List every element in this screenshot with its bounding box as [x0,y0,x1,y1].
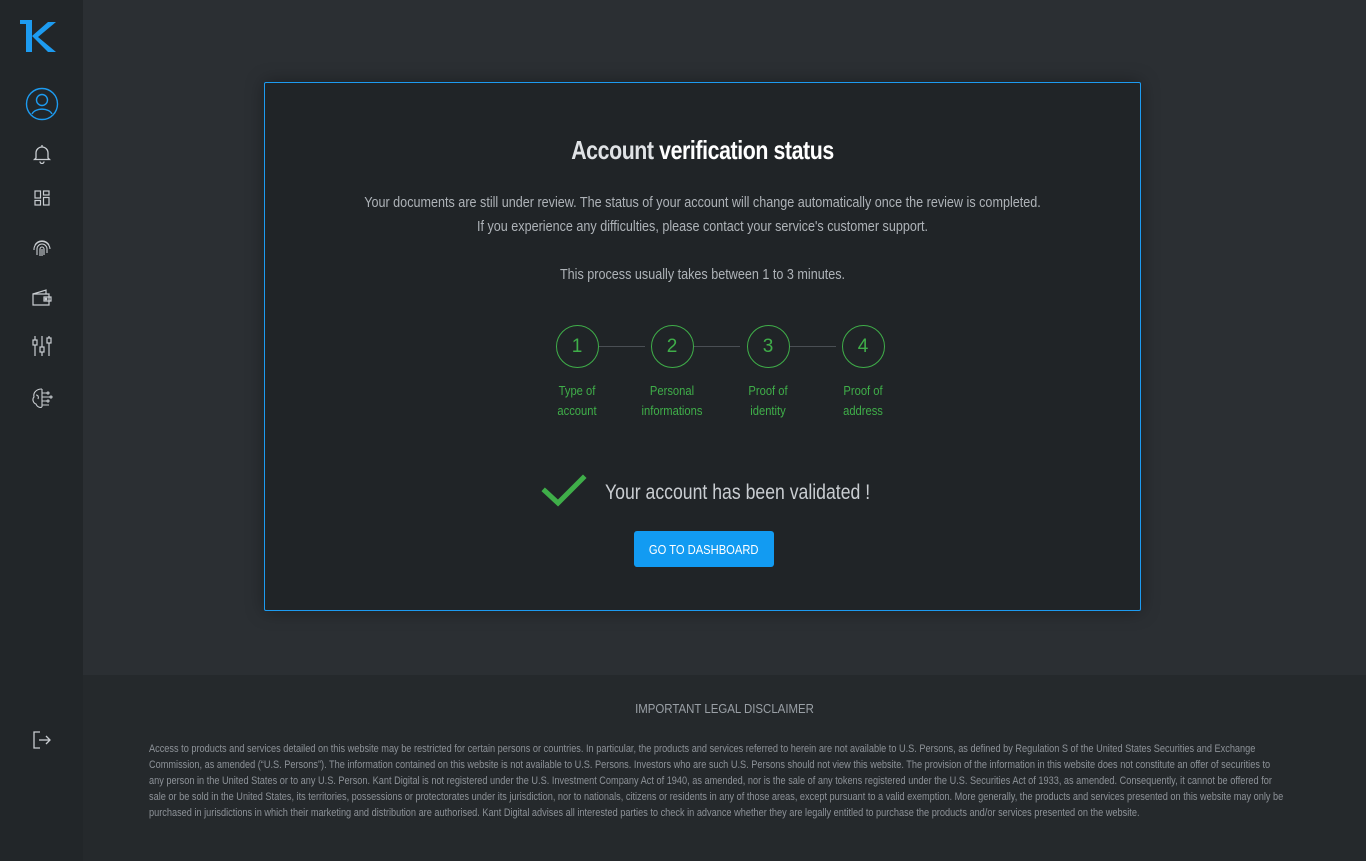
page-title: Account verification status [344,135,1062,166]
bell-icon [32,144,51,164]
title-light: Account [571,135,660,165]
disclaimer-title: IMPORTANT LEGAL DISCLAIMER [635,701,814,716]
dashboard-icon [33,190,50,206]
validated-text: Your account has been validated ! [604,481,870,504]
step-proof-of-address: 4 Proof of address [823,325,903,421]
go-to-dashboard-button[interactable]: GO TO DASHBOARD [634,531,774,567]
validation-message: Your account has been validated ! [265,473,1140,513]
review-description: Your documents are still under review. T… [364,194,1041,211]
sidebar-item-notifications[interactable] [0,134,83,174]
logout-icon [32,731,51,749]
step-personal-informations: 2 Personal informations [632,325,712,421]
sidebar-item-profile[interactable] [0,84,83,124]
sidebar-item-settings[interactable] [0,326,83,366]
legal-footer: IMPORTANT LEGAL DISCLAIMER Access to pro… [83,675,1366,861]
step-label-line: Type of [558,383,596,398]
support-description: If you experience any difficulties, plea… [476,218,929,235]
wallet-icon [31,289,52,307]
step-number: 2 [650,325,694,368]
verification-steps: 1 Type of account 2 Personal information… [537,325,885,425]
step-number: 1 [555,325,599,368]
step-label-line: account [557,403,597,418]
step-label: Type of account [543,381,612,421]
step-label-line: address [843,403,883,418]
sidebar-item-ai[interactable] [0,378,83,418]
checkmark-icon [540,473,587,513]
step-label-line: identity [750,403,786,418]
step-number: 3 [746,325,790,368]
step-number: 4 [841,325,885,368]
step-label: Proof of address [829,381,898,421]
sliders-icon [31,335,52,357]
logout-button[interactable] [0,720,83,760]
disclaimer-text: Access to products and services detailed… [149,743,1284,819]
user-icon [25,87,59,121]
step-label-line: informations [641,403,703,418]
sidebar-item-dashboard[interactable] [0,178,83,218]
brain-icon [31,387,53,409]
sidebar-item-wallet[interactable] [0,278,83,318]
step-proof-of-identity: 3 Proof of identity [728,325,808,421]
step-label: Personal informations [638,381,707,421]
kant-logo[interactable] [18,18,60,56]
step-label-line: Proof of [843,383,883,398]
sidebar [0,0,83,861]
title-bold: verification status [659,135,834,165]
go-to-dashboard-label: GO TO DASHBOARD [649,541,759,557]
sidebar-item-identity[interactable] [0,228,83,268]
duration-description: This process usually takes between 1 to … [559,266,846,283]
fingerprint-icon [32,238,52,258]
step-label-line: Personal [649,383,695,398]
verification-card: Account verification status Your documen… [264,82,1141,611]
step-label-line: Proof of [748,383,788,398]
step-type-of-account: 1 Type of account [537,325,617,421]
step-label: Proof of identity [734,381,803,421]
